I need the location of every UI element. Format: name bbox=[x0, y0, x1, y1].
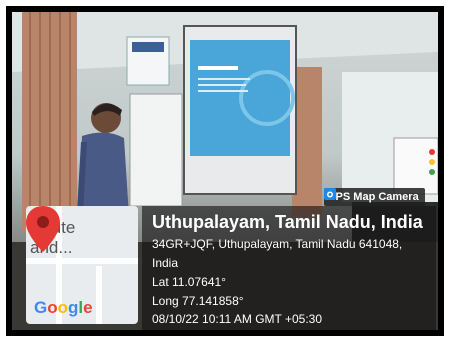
latitude: Lat 11.07641° bbox=[152, 275, 226, 289]
camera-app-icon bbox=[324, 188, 336, 200]
google-logo: Google bbox=[34, 298, 93, 317]
address-line2: India bbox=[152, 256, 179, 270]
mini-map: stitute and... Google bbox=[26, 206, 138, 324]
timestamp: 08/10/22 10:11 AM GMT +05:30 bbox=[152, 312, 323, 326]
address-line1: 34GR+JQF, Uthupalayam, Tamil Nadu 641048… bbox=[152, 237, 403, 251]
longitude: Long 77.141858° bbox=[152, 294, 244, 308]
map-pin-icon bbox=[26, 206, 60, 252]
photo-frame: GPS Map Camera stitute and... Google Uth… bbox=[6, 6, 444, 336]
side-board bbox=[393, 137, 438, 195]
badge-label: GPS Map Camera bbox=[327, 191, 419, 203]
location-title: Uthupalayam, Tamil Nadu, India bbox=[152, 212, 423, 232]
whiteboard bbox=[129, 93, 183, 207]
gps-map-camera-badge: GPS Map Camera bbox=[324, 188, 425, 206]
